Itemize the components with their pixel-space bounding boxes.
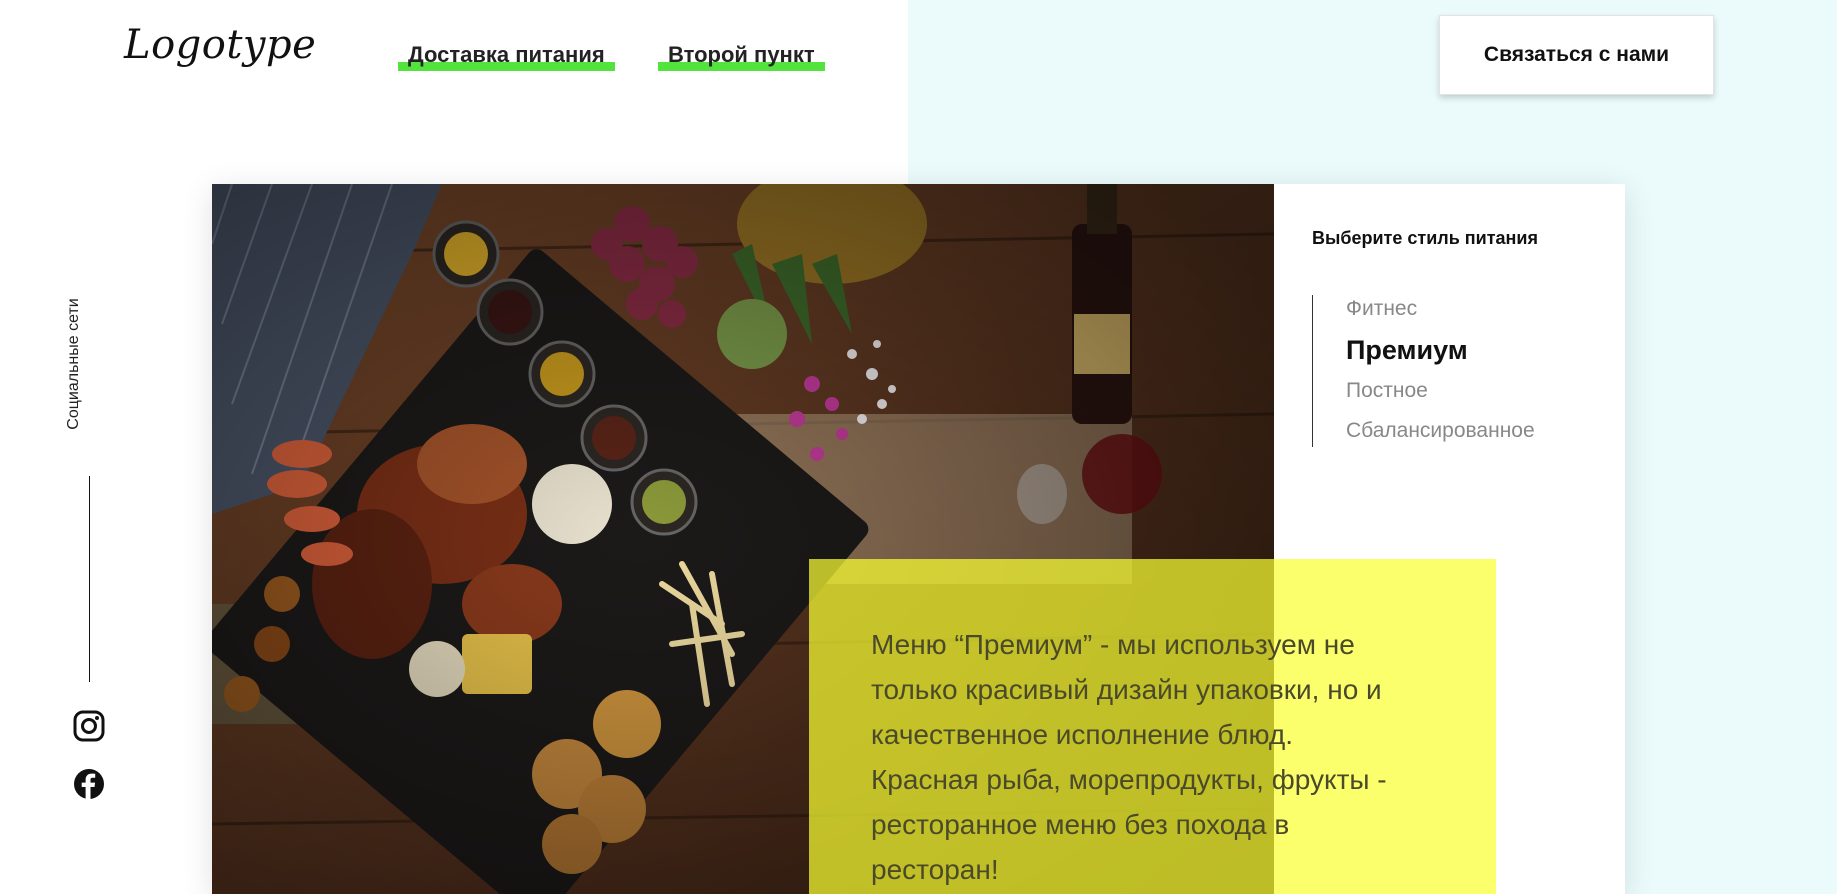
- facebook-icon[interactable]: [73, 768, 105, 800]
- style-option-lenten[interactable]: Постное: [1346, 371, 1535, 411]
- instagram-icon[interactable]: [73, 710, 105, 742]
- nav-link-food-delivery[interactable]: Доставка питания: [398, 42, 615, 71]
- description-line: Меню “Премиум” - мы используем не: [871, 629, 1355, 660]
- contact-us-button[interactable]: Связаться с нами: [1439, 15, 1714, 95]
- social-divider-line: [89, 476, 90, 682]
- logo[interactable]: Logotype: [124, 22, 316, 68]
- social-networks-label: Социальные сети: [65, 298, 82, 430]
- food-style-title: Выберите стиль питания: [1312, 228, 1538, 248]
- nav-link-second-item[interactable]: Второй пункт: [658, 42, 825, 71]
- style-option-fitness[interactable]: Фитнес: [1346, 289, 1535, 329]
- description-line: ресторан!: [871, 854, 999, 885]
- nav-link-label: Доставка питания: [408, 42, 605, 67]
- description-line: ресторанное меню без похода в: [871, 809, 1290, 840]
- description-line: только красивый дизайн упаковки, но и: [871, 674, 1382, 705]
- description-line: качественное исполнение блюд.: [871, 719, 1293, 750]
- nav-link-label: Второй пункт: [668, 42, 815, 67]
- style-option-premium[interactable]: Премиум: [1346, 329, 1535, 371]
- description-line: Красная рыба, морепродукты, фрукты -: [871, 764, 1387, 795]
- style-option-balanced[interactable]: Сбалансированное: [1346, 411, 1535, 451]
- premium-description: Меню “Премиум” - мы используем не только…: [871, 622, 1451, 892]
- food-style-list: Фитнес Премиум Постное Сбалансированное: [1312, 295, 1535, 447]
